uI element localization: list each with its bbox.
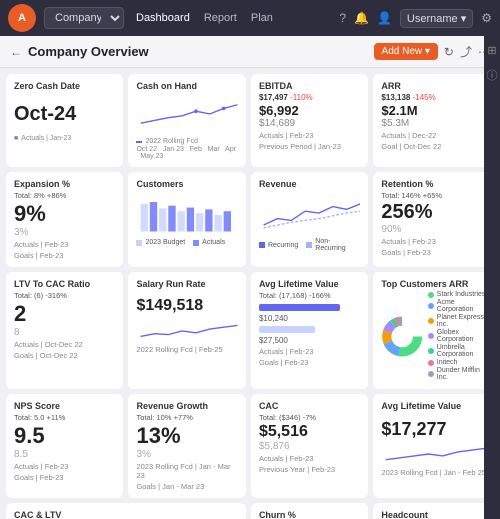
cac-ltv-card: CAC & LTV CLTV CAC — [6, 503, 246, 519]
cash-sparkline — [136, 96, 237, 131]
retention-card: Retention % Total: 146% +65% 256% 90% Ac… — [373, 172, 494, 267]
customers-card: Customers 2023 Budget Actuals — [128, 172, 245, 267]
ltv-cac-card: LTV To CAC Ratio Total: (6) -316% 2 8 Ac… — [6, 272, 123, 389]
back-button[interactable]: ← — [10, 45, 22, 59]
headcount-card: Headcount Total: 1 +4% 25 2023 Rolling F… — [373, 503, 494, 519]
zero-cash-date-card: Zero Cash Date Oct-24 ■ Actuals | Jan-23 — [6, 74, 123, 167]
cash-on-hand-card: Cash on Hand 2022 Rolling Fcd Oct 22 Jan… — [128, 74, 245, 167]
revenue-chart — [259, 191, 360, 236]
salary-sparkline — [136, 319, 237, 341]
share-icon[interactable]: ⤴ — [460, 43, 472, 60]
avg-lifetime-bar1 — [259, 304, 340, 311]
nav-report[interactable]: Report — [204, 12, 237, 24]
top-customers-card: Top Customers ARR Stark Industries Acme … — [373, 272, 494, 389]
nav-dashboard[interactable]: Dashboard — [136, 12, 190, 24]
logo: A — [8, 4, 36, 32]
help-icon[interactable]: ? — [339, 11, 346, 25]
sidebar-expand-icon[interactable]: ⊞ — [487, 44, 496, 57]
bell-icon[interactable]: 🔔 — [354, 11, 369, 25]
nav-links: Dashboard Report Plan — [136, 12, 273, 24]
revenue-card: Revenue Recurring Non-Recurring — [251, 172, 368, 267]
ebitda-card: EBITDA $17,497 -110% $6,992 $14,689 Actu… — [251, 74, 368, 167]
main-content: Zero Cash Date Oct-24 ■ Actuals | Jan-23… — [0, 68, 500, 519]
avg-lifetime-value-card: Avg Lifetime Value $17,277 2023 Rolling … — [373, 394, 494, 498]
cac-card: CAC Total: ($346) -7% $5,516 $5,876 Actu… — [251, 394, 368, 498]
cards-grid: Zero Cash Date Oct-24 ■ Actuals | Jan-23… — [6, 74, 494, 519]
arr-card: ARR $13,138 -145% $2.1M $5.3M Actuals | … — [373, 74, 494, 167]
nav-right: ? 🔔 👤 Username ▾ ⚙ — [339, 9, 492, 28]
sidebar-info-icon[interactable]: ⓘ — [487, 67, 498, 83]
churn-card: Churn % Total: 1 +43% 5% 2% Actuals | Fe… — [251, 503, 368, 519]
company-select[interactable]: Company A — [44, 7, 124, 29]
salary-run-rate-card: Salary Run Rate $149,518 2022 Rolling Fc… — [128, 272, 245, 389]
nav-plan[interactable]: Plan — [251, 12, 273, 24]
user-icon[interactable]: 👤 — [377, 11, 392, 25]
refresh-icon[interactable]: ↻ — [444, 45, 454, 59]
donut-chart — [381, 309, 423, 364]
settings-icon[interactable]: ⚙ — [481, 11, 492, 25]
nps-score-card: NPS Score Total: 5.0 +11% 9.5 8.5 Actual… — [6, 394, 123, 498]
top-navigation: A Company A Dashboard Report Plan ? 🔔 👤 … — [0, 0, 500, 36]
right-sidebar: ⊞ ⓘ — [484, 36, 500, 519]
avg-lifetime-sparkline — [381, 444, 486, 464]
add-new-button[interactable]: Add New ▾ — [374, 43, 438, 60]
avg-lifetime-bar2 — [259, 326, 315, 333]
customers-chart — [136, 193, 237, 235]
subheader: ← Company Overview Add New ▾ ↻ ⤴ ⋯ — [0, 36, 500, 68]
username-button[interactable]: Username ▾ — [400, 9, 473, 28]
revenue-growth-card: Revenue Growth Total: 10% +77% 13% 3% 20… — [128, 394, 245, 498]
page-title: Company Overview — [28, 44, 149, 59]
avg-lifetime-card: Avg Lifetime Value Total: (17,168) -166%… — [251, 272, 368, 389]
expansion-card: Expansion % Total: 8% +86% 9% 3% Actuals… — [6, 172, 123, 267]
subheader-actions: Add New ▾ ↻ ⤴ ⋯ — [374, 43, 490, 60]
